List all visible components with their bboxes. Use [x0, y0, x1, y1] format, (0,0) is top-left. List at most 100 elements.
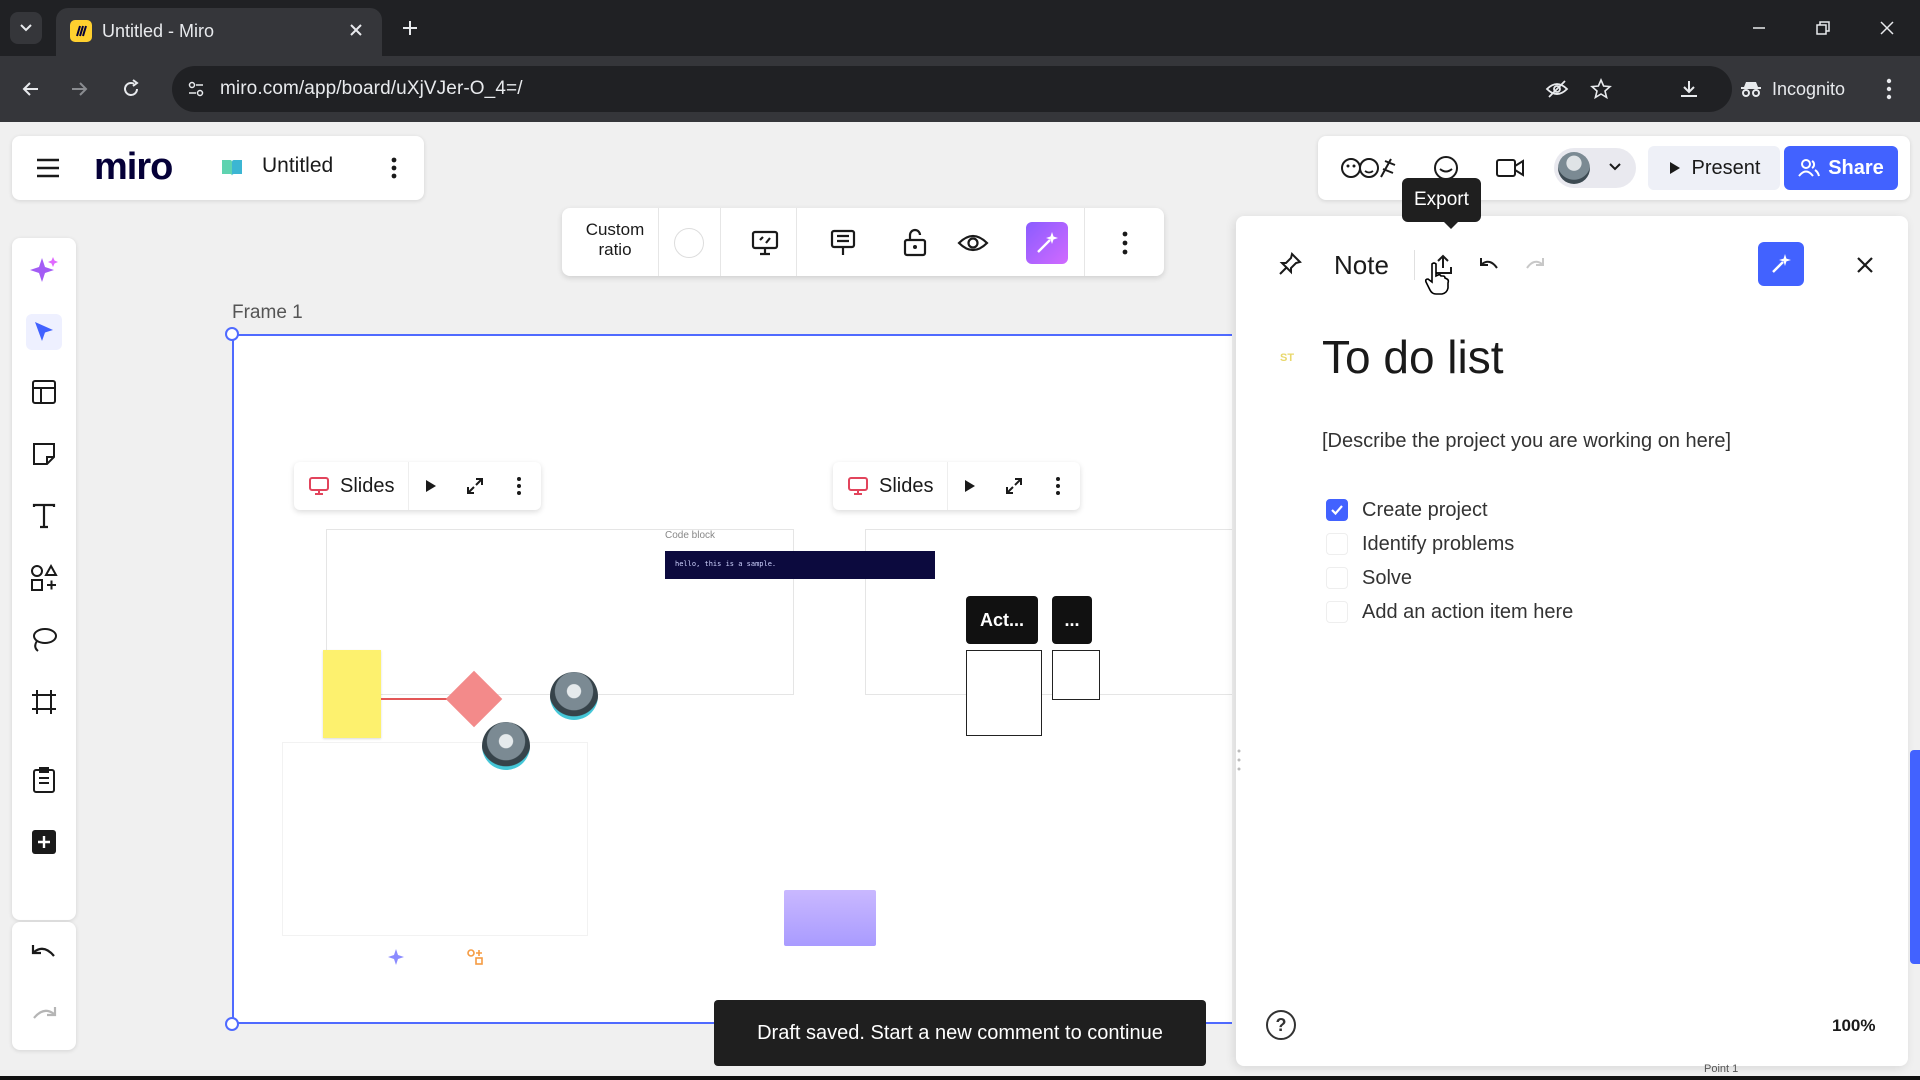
card-widget[interactable]	[784, 890, 876, 946]
expand-icon[interactable]	[992, 462, 1036, 510]
bookmark-star-icon[interactable]	[1586, 74, 1616, 104]
slide-card[interactable]	[282, 742, 588, 936]
panel-resize-handle[interactable]	[1237, 748, 1241, 772]
reload-button[interactable]	[114, 72, 148, 106]
play-icon[interactable]	[948, 462, 992, 510]
board-name[interactable]: Untitled	[262, 154, 333, 178]
arrow-right-icon	[72, 82, 88, 96]
sticky-note-icon[interactable]	[26, 436, 62, 472]
browser-menu-button[interactable]	[1874, 72, 1904, 106]
slides-toolbar: Slides	[833, 462, 1081, 510]
pin-icon[interactable]	[1274, 248, 1306, 280]
share-label: Share	[1828, 156, 1884, 179]
code-block[interactable]: hello, this is a sample.	[665, 551, 935, 579]
avatar[interactable]	[482, 722, 530, 770]
browser-tab-bar: Untitled - Miro	[0, 0, 1920, 56]
todo-item[interactable]: Solve	[1326, 564, 1412, 592]
text-tool-icon[interactable]	[26, 498, 62, 534]
todo-label: Add an action item here	[1362, 600, 1574, 623]
sticky-note[interactable]	[323, 650, 381, 738]
side-tab[interactable]	[1910, 750, 1920, 964]
tab-search-button[interactable]	[10, 12, 42, 44]
new-tab-button[interactable]	[396, 14, 424, 42]
video-call-icon[interactable]	[1492, 152, 1528, 184]
browser-tab-active[interactable]: Untitled - Miro	[56, 8, 382, 56]
expand-icon[interactable]	[453, 462, 497, 510]
downloads-button[interactable]	[1672, 72, 1706, 106]
rectangle-shape[interactable]	[966, 650, 1042, 736]
templates-icon[interactable]	[26, 374, 62, 410]
note-heading[interactable]: To do list	[1322, 330, 1504, 384]
frame-resize-handle[interactable]	[225, 1017, 239, 1031]
site-info-icon[interactable]	[180, 73, 212, 105]
slides-presentation-icon[interactable]	[746, 224, 784, 262]
toolbar-divider	[720, 208, 721, 276]
back-button[interactable]	[14, 72, 48, 106]
clipboard-icon[interactable]	[26, 762, 62, 798]
restore-button[interactable]	[1806, 12, 1840, 44]
slides-button[interactable]: Slides	[294, 462, 410, 510]
connector-line[interactable]	[381, 698, 455, 700]
ai-sparkle-icon[interactable]	[26, 252, 62, 288]
hide-frame-icon[interactable]	[824, 224, 862, 262]
todo-checkbox[interactable]	[1326, 499, 1348, 521]
custom-ratio-button[interactable]: Custom ratio	[572, 220, 658, 260]
redo-icon[interactable]	[1518, 248, 1552, 282]
sparkle-icon[interactable]	[385, 946, 407, 968]
more-options-icon[interactable]	[1106, 224, 1144, 262]
shapes-icon[interactable]	[464, 946, 486, 968]
avatar[interactable]	[550, 672, 598, 720]
todo-item[interactable]: Create project	[1326, 496, 1488, 524]
present-button[interactable]: Present	[1648, 146, 1780, 190]
export-tooltip: Export	[1402, 178, 1481, 229]
todo-item[interactable]: Add an action item here	[1326, 598, 1573, 626]
slides-label: Slides	[879, 474, 934, 497]
board-options-icon[interactable]	[382, 152, 406, 184]
undo-icon[interactable]	[26, 936, 62, 972]
todo-checkbox[interactable]	[1326, 567, 1348, 589]
more-options-icon[interactable]	[497, 462, 541, 510]
visibility-eye-icon[interactable]	[954, 224, 992, 262]
more-options-icon[interactable]	[1036, 462, 1080, 510]
user-menu[interactable]	[1554, 148, 1636, 188]
help-icon[interactable]: ?	[1266, 1010, 1296, 1040]
todo-item[interactable]: Identify problems	[1326, 530, 1514, 558]
action-more-block[interactable]: ...	[1052, 596, 1092, 644]
browser-toolbar: miro.com/app/board/uXjVJer-O_4=/ Incogni…	[0, 56, 1920, 122]
ai-assist-button[interactable]	[1026, 222, 1068, 264]
rectangle-shape[interactable]	[1052, 650, 1100, 700]
select-tool-icon[interactable]	[26, 314, 62, 350]
ai-assist-button[interactable]	[1758, 242, 1804, 286]
frame-resize-handle[interactable]	[225, 327, 239, 341]
toolbar-divider	[658, 208, 659, 276]
todo-checkbox[interactable]	[1326, 533, 1348, 555]
incognito-label: Incognito	[1772, 78, 1846, 99]
minimize-button[interactable]	[1742, 12, 1776, 44]
close-icon[interactable]	[1848, 248, 1882, 282]
address-bar[interactable]: miro.com/app/board/uXjVJer-O_4=/	[172, 66, 1732, 112]
play-icon[interactable]	[409, 462, 453, 510]
tab-close-icon[interactable]	[344, 18, 368, 42]
frame-title[interactable]: Frame 1	[232, 302, 303, 324]
reactions-icon[interactable]	[1338, 152, 1398, 184]
shapes-icon[interactable]	[26, 560, 62, 596]
note-description[interactable]: [Describe the project you are working on…	[1322, 430, 1731, 453]
action-block[interactable]: Act...	[966, 596, 1038, 644]
frame-tool-icon[interactable]	[26, 684, 62, 720]
main-menu-icon[interactable]	[34, 156, 62, 180]
slides-button[interactable]: Slides	[833, 462, 949, 510]
redo-icon[interactable]	[26, 998, 62, 1034]
pen-lasso-icon[interactable]	[26, 622, 62, 658]
incognito-indicator[interactable]: Incognito	[1726, 68, 1859, 110]
undo-icon[interactable]	[1472, 248, 1506, 282]
share-button[interactable]: Share	[1784, 146, 1898, 190]
more-tools-plus-icon[interactable]	[26, 824, 62, 860]
todo-checkbox[interactable]	[1326, 601, 1348, 623]
miro-logo[interactable]: miro	[94, 146, 173, 189]
frame-color-picker[interactable]	[674, 228, 704, 258]
lock-icon[interactable]	[896, 224, 934, 262]
reload-icon	[124, 79, 139, 96]
forward-button[interactable]	[62, 72, 96, 106]
close-window-button[interactable]	[1870, 12, 1904, 44]
eye-off-icon[interactable]	[1542, 74, 1572, 104]
